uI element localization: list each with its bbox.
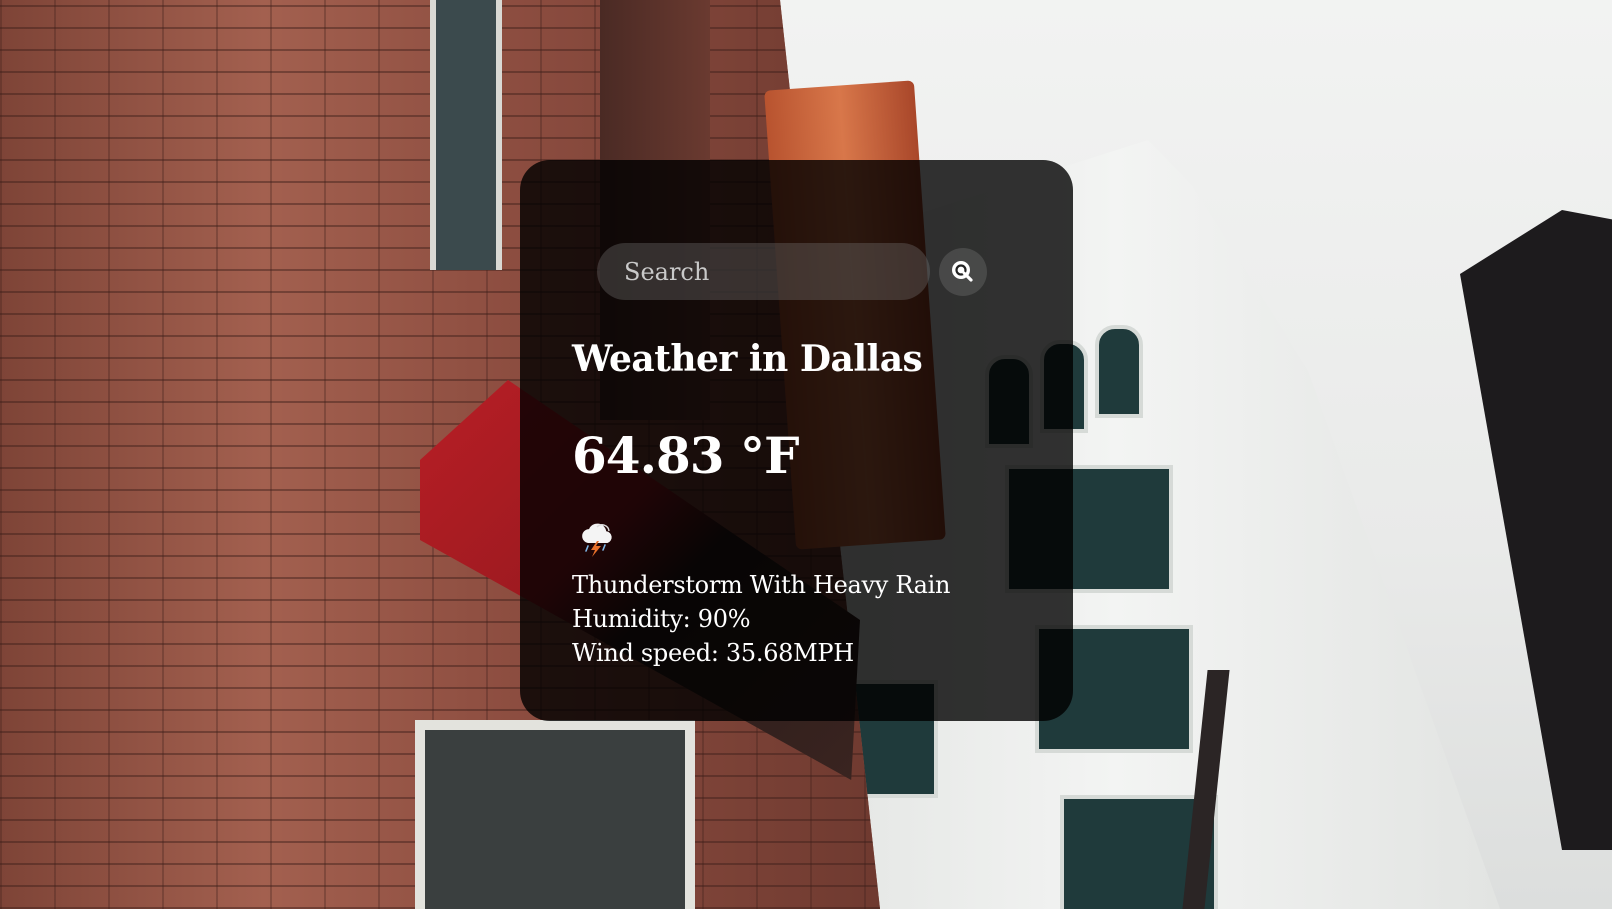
- humidity-text: Humidity: 90%: [572, 605, 751, 633]
- background-brick-window: [430, 0, 502, 270]
- background-window: [1095, 325, 1143, 418]
- background-door: [415, 720, 695, 909]
- weather-description: Thunderstorm With Heavy Rain: [572, 571, 951, 599]
- thunderstorm-cloud-icon: [576, 515, 620, 559]
- search-button[interactable]: [939, 247, 987, 296]
- weather-title: Weather in Dallas: [572, 338, 923, 380]
- weather-card: Weather in Dallas 64.83 °F Thunderstorm …: [520, 160, 1073, 721]
- search-icon: [950, 259, 976, 285]
- wind-speed-text: Wind speed: 35.68MPH: [572, 639, 854, 667]
- search-input[interactable]: [597, 243, 930, 300]
- temperature: 64.83 °F: [572, 426, 799, 485]
- weather-details: Thunderstorm With Heavy Rain Humidity: 9…: [572, 568, 951, 670]
- search-bar: [597, 243, 987, 300]
